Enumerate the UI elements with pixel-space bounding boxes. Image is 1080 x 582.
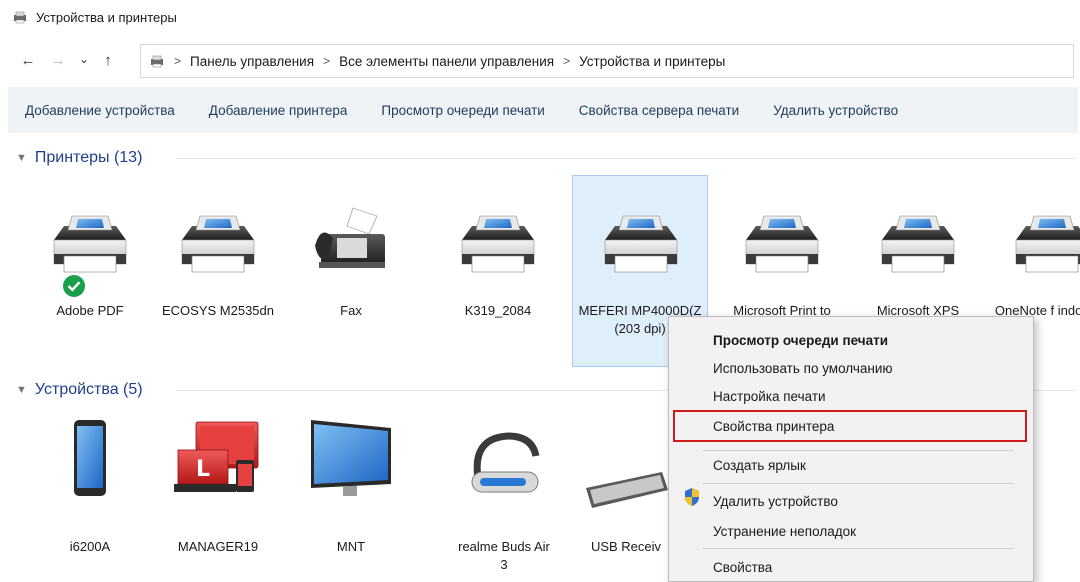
device-label: realme Buds Air 3 <box>458 539 550 572</box>
keyboard-icon <box>580 442 668 530</box>
printer-label: K319_2084 <box>464 303 532 318</box>
add-device-button[interactable]: Добавление устройства <box>8 103 192 118</box>
print-server-properties-button[interactable]: Свойства сервера печати <box>562 103 756 118</box>
navigation-bar: ← → ⌄ ↑ > Панель управления > Все элемен… <box>0 40 1080 80</box>
command-bar: Добавление устройства Добавление принтер… <box>8 87 1078 133</box>
computer-icon <box>174 416 262 504</box>
printer-label: Adobe PDF <box>56 303 124 318</box>
device-usb-receiver[interactable]: USB Receiv <box>580 412 668 582</box>
devices-printers-icon <box>14 11 26 24</box>
control-panel-icon <box>151 55 163 68</box>
device-manager19[interactable]: MANAGER19 <box>150 412 286 582</box>
printer-icon <box>174 196 262 284</box>
printer-label: ECOSYS M2535dn <box>161 303 274 318</box>
printers-group-header[interactable]: ▼ Принтеры (13) <box>16 146 1076 170</box>
device-label: MANAGER19 <box>177 539 259 554</box>
default-check-icon <box>63 275 85 297</box>
forward-button[interactable]: → <box>46 48 70 72</box>
printer-icon <box>1008 196 1080 284</box>
monitor-icon <box>307 414 395 502</box>
fax-icon <box>307 196 395 284</box>
device-label: MNT <box>336 539 366 554</box>
menu-item-printer-properties[interactable]: Свойства принтера <box>673 410 1027 442</box>
recent-locations-button[interactable]: ⌄ <box>72 47 96 71</box>
printer-adobe-pdf[interactable]: Adobe PDF <box>22 178 158 350</box>
up-button[interactable]: ↑ <box>96 48 120 72</box>
view-print-queue-button[interactable]: Просмотр очереди печати <box>364 103 561 118</box>
group-divider <box>176 158 1076 159</box>
menu-item-set-default[interactable]: Использовать по умолчанию <box>669 353 1035 383</box>
menu-item-printing-preferences[interactable]: Настройка печати <box>669 381 1035 411</box>
chevron-down-icon: ▼ <box>16 152 27 164</box>
device-mnt[interactable]: MNT <box>283 412 419 582</box>
menu-item-view-print-queue[interactable]: Просмотр очереди печати <box>669 325 1035 355</box>
device-label: USB Receiv <box>590 539 662 554</box>
menu-separator <box>703 483 1013 484</box>
device-label: i6200A <box>69 539 111 554</box>
remove-device-button[interactable]: Удалить устройство <box>756 103 915 118</box>
breadcrumb-devices-printers[interactable]: Устройства и принтеры <box>579 54 725 69</box>
headset-icon <box>460 422 548 510</box>
chevron-right-icon: > <box>563 54 571 68</box>
add-printer-button[interactable]: Добавление принтера <box>192 103 365 118</box>
menu-item-properties[interactable]: Свойства <box>669 552 1035 582</box>
printer-fax[interactable]: Fax <box>283 178 419 350</box>
printer-icon <box>738 196 826 284</box>
printers-group-title: Принтеры (13) <box>34 149 143 166</box>
window-titlebar: Устройства и принтеры <box>0 0 1080 34</box>
printer-k319[interactable]: K319_2084 <box>430 178 566 350</box>
menu-item-remove-device[interactable]: Удалить устройство <box>669 486 1035 516</box>
window-title: Устройства и принтеры <box>36 9 177 25</box>
printer-icon <box>874 196 962 284</box>
printer-ecosys[interactable]: ECOSYS M2535dn <box>150 178 286 350</box>
device-realme-buds[interactable]: realme Buds Air 3 <box>436 412 572 582</box>
devices-group-title: Устройства (5) <box>34 381 143 398</box>
menu-separator <box>703 548 1013 549</box>
chevron-right-icon: > <box>174 54 182 68</box>
back-button[interactable]: ← <box>16 48 40 72</box>
menu-item-create-shortcut[interactable]: Создать ярлык <box>669 450 1035 480</box>
printer-icon <box>597 196 685 284</box>
chevron-right-icon: > <box>323 54 331 68</box>
breadcrumb-control-panel[interactable]: Панель управления <box>190 54 314 69</box>
chevron-down-icon: ▼ <box>16 384 27 396</box>
printer-icon <box>454 196 542 284</box>
printer-label: Fax <box>340 303 362 318</box>
menu-item-troubleshoot[interactable]: Устранение неполадок <box>669 516 1035 546</box>
phone-icon <box>46 414 134 502</box>
context-menu: Просмотр очереди печати Использовать по … <box>668 316 1034 582</box>
breadcrumb-all-items[interactable]: Все элементы панели управления <box>339 54 554 69</box>
device-i6200a[interactable]: i6200A <box>22 412 158 582</box>
address-bar[interactable]: > Панель управления > Все элементы панел… <box>140 44 1074 78</box>
printer-icon <box>46 196 134 284</box>
